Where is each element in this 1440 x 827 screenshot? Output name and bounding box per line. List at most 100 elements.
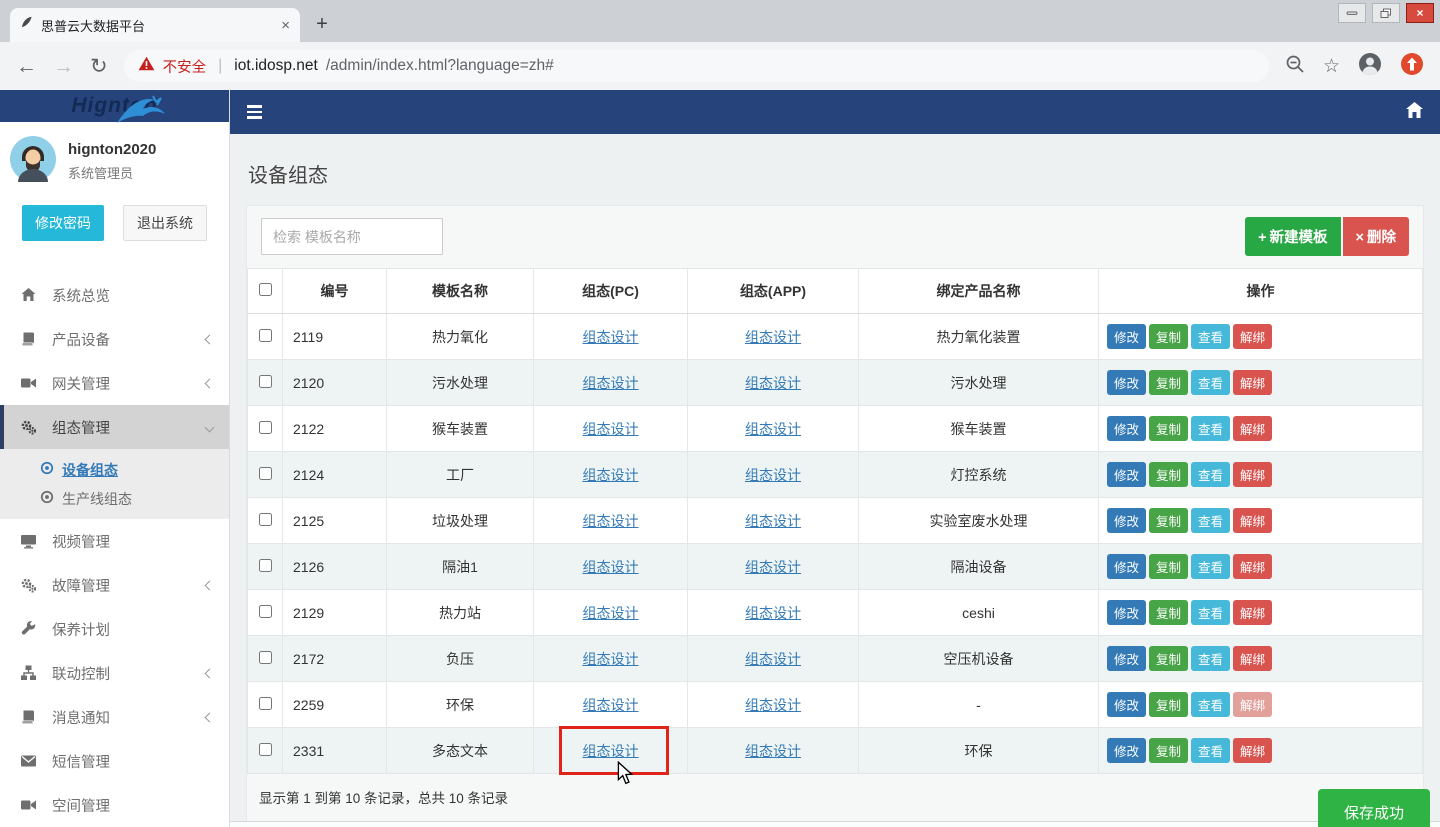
edit-button[interactable]: 修改 <box>1107 554 1146 579</box>
view-button[interactable]: 查看 <box>1191 416 1230 441</box>
sidebar-item-8[interactable]: 消息通知 <box>0 695 229 739</box>
row-checkbox[interactable] <box>259 329 272 342</box>
edit-button[interactable]: 修改 <box>1107 508 1146 533</box>
copy-button[interactable]: 复制 <box>1149 554 1188 579</box>
edit-button[interactable]: 修改 <box>1107 370 1146 395</box>
edit-button[interactable]: 修改 <box>1107 692 1146 717</box>
row-checkbox[interactable] <box>259 743 272 756</box>
unbind-button[interactable]: 解绑 <box>1233 324 1272 349</box>
sidebar-item-9[interactable]: 短信管理 <box>0 739 229 783</box>
reload-icon[interactable]: ↻ <box>90 56 108 77</box>
app-config-link[interactable]: 组态设计 <box>745 559 801 575</box>
unbind-button[interactable]: 解绑 <box>1233 646 1272 671</box>
view-button[interactable]: 查看 <box>1191 508 1230 533</box>
copy-button[interactable]: 复制 <box>1149 370 1188 395</box>
window-minimize-button[interactable] <box>1338 3 1366 23</box>
new-template-button[interactable]: +新建模板 <box>1245 217 1340 256</box>
pc-config-link[interactable]: 组态设计 <box>583 743 639 759</box>
unbind-button[interactable]: 解绑 <box>1233 600 1272 625</box>
sidebar-item-5[interactable]: 故障管理 <box>0 563 229 607</box>
view-button[interactable]: 查看 <box>1191 600 1230 625</box>
pc-config-link[interactable]: 组态设计 <box>583 421 639 437</box>
select-all-checkbox[interactable] <box>259 283 272 296</box>
new-tab-button[interactable]: + <box>308 11 336 39</box>
row-checkbox[interactable] <box>259 467 272 480</box>
app-config-link[interactable]: 组态设计 <box>745 513 801 529</box>
pc-config-link[interactable]: 组态设计 <box>583 605 639 621</box>
back-icon[interactable]: ← <box>16 56 37 77</box>
row-checkbox[interactable] <box>259 421 272 434</box>
app-config-link[interactable]: 组态设计 <box>745 329 801 345</box>
app-config-link[interactable]: 组态设计 <box>745 421 801 437</box>
unbind-button[interactable]: 解绑 <box>1233 692 1272 717</box>
profile-avatar-icon[interactable] <box>1358 52 1382 81</box>
forward-icon[interactable]: → <box>53 56 74 77</box>
copy-button[interactable]: 复制 <box>1149 738 1188 763</box>
app-config-link[interactable]: 组态设计 <box>745 697 801 713</box>
row-checkbox[interactable] <box>259 605 272 618</box>
view-button[interactable]: 查看 <box>1191 692 1230 717</box>
sidebar-item-10[interactable]: 空间管理 <box>0 783 229 827</box>
row-checkbox[interactable] <box>259 513 272 526</box>
edit-button[interactable]: 修改 <box>1107 738 1146 763</box>
unbind-button[interactable]: 解绑 <box>1233 370 1272 395</box>
unbind-button[interactable]: 解绑 <box>1233 416 1272 441</box>
sidebar-item-2[interactable]: 网关管理 <box>0 361 229 405</box>
sidebar-subitem-生产线组态[interactable]: 生产线组态 <box>0 484 229 513</box>
pc-config-link[interactable]: 组态设计 <box>583 559 639 575</box>
sidebar-item-3[interactable]: 组态管理 <box>0 405 229 449</box>
search-input[interactable] <box>261 218 443 255</box>
sidebar-item-7[interactable]: 联动控制 <box>0 651 229 695</box>
pc-config-link[interactable]: 组态设计 <box>583 513 639 529</box>
unbind-button[interactable]: 解绑 <box>1233 508 1272 533</box>
zoom-out-icon[interactable] <box>1285 54 1305 79</box>
pc-config-link[interactable]: 组态设计 <box>583 651 639 667</box>
tab-close-icon[interactable]: × <box>281 17 290 34</box>
sidebar-item-1[interactable]: 产品设备 <box>0 317 229 361</box>
browser-tab[interactable]: 思普云大数据平台 × <box>10 8 300 42</box>
view-button[interactable]: 查看 <box>1191 370 1230 395</box>
sidebar-item-4[interactable]: 视频管理 <box>0 519 229 563</box>
address-bar[interactable]: 不安全 | iot.idosp.net/admin/index.html?lan… <box>124 50 1269 82</box>
app-config-link[interactable]: 组态设计 <box>745 605 801 621</box>
unbind-button[interactable]: 解绑 <box>1233 554 1272 579</box>
edit-button[interactable]: 修改 <box>1107 324 1146 349</box>
edit-button[interactable]: 修改 <box>1107 646 1146 671</box>
view-button[interactable]: 查看 <box>1191 738 1230 763</box>
view-button[interactable]: 查看 <box>1191 646 1230 671</box>
bookmark-star-icon[interactable]: ☆ <box>1323 55 1340 78</box>
home-icon[interactable] <box>1406 102 1423 123</box>
view-button[interactable]: 查看 <box>1191 462 1230 487</box>
window-close-button[interactable]: × <box>1406 3 1434 23</box>
copy-button[interactable]: 复制 <box>1149 324 1188 349</box>
view-button[interactable]: 查看 <box>1191 554 1230 579</box>
view-button[interactable]: 查看 <box>1191 324 1230 349</box>
row-checkbox[interactable] <box>259 697 272 710</box>
copy-button[interactable]: 复制 <box>1149 416 1188 441</box>
browser-update-icon[interactable] <box>1400 52 1424 81</box>
sidebar-item-0[interactable]: 系统总览 <box>0 273 229 317</box>
sidebar-toggle-icon[interactable] <box>247 105 262 119</box>
sidebar-item-6[interactable]: 保养计划 <box>0 607 229 651</box>
pc-config-link[interactable]: 组态设计 <box>583 697 639 713</box>
row-checkbox[interactable] <box>259 375 272 388</box>
app-config-link[interactable]: 组态设计 <box>745 467 801 483</box>
copy-button[interactable]: 复制 <box>1149 692 1188 717</box>
unbind-button[interactable]: 解绑 <box>1233 738 1272 763</box>
copy-button[interactable]: 复制 <box>1149 462 1188 487</box>
edit-button[interactable]: 修改 <box>1107 600 1146 625</box>
app-config-link[interactable]: 组态设计 <box>745 651 801 667</box>
sidebar-subitem-设备组态[interactable]: 设备组态 <box>0 455 229 484</box>
copy-button[interactable]: 复制 <box>1149 600 1188 625</box>
pc-config-link[interactable]: 组态设计 <box>583 375 639 391</box>
copy-button[interactable]: 复制 <box>1149 508 1188 533</box>
app-config-link[interactable]: 组态设计 <box>745 375 801 391</box>
pc-config-link[interactable]: 组态设计 <box>583 467 639 483</box>
copy-button[interactable]: 复制 <box>1149 646 1188 671</box>
edit-button[interactable]: 修改 <box>1107 416 1146 441</box>
unbind-button[interactable]: 解绑 <box>1233 462 1272 487</box>
delete-button[interactable]: ×删除 <box>1343 217 1409 256</box>
row-checkbox[interactable] <box>259 559 272 572</box>
logout-button[interactable]: 退出系统 <box>123 205 207 241</box>
app-config-link[interactable]: 组态设计 <box>745 743 801 759</box>
